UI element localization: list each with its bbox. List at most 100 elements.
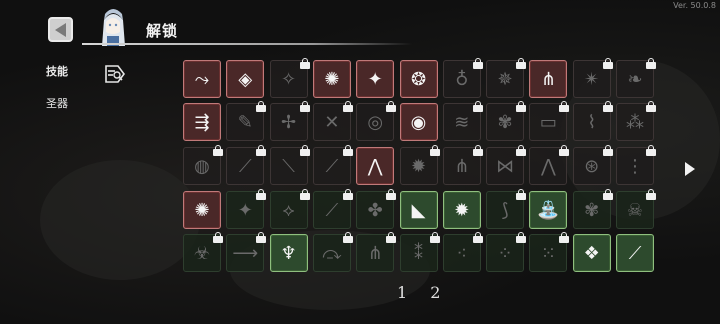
skill-slot[interactable]: ⌇ (572, 101, 613, 141)
skill-slot[interactable]: ✹ (442, 191, 481, 229)
skill-icon: ✤ (367, 199, 383, 221)
skill-slot[interactable]: ⁘ (486, 232, 527, 272)
skill-icon: ⋮ (626, 155, 644, 177)
lock-icon (472, 101, 483, 112)
skill-slot[interactable]: ❖ (572, 234, 611, 272)
skill-slot[interactable]: ☠ (616, 189, 656, 229)
lock-icon (559, 232, 570, 243)
lock-icon (342, 145, 353, 156)
skill-slot[interactable]: ⤼ (312, 232, 353, 272)
skill-slot[interactable]: ⋀ (356, 147, 395, 185)
nav-tab-relics[interactable]: 圣器 (46, 95, 68, 111)
skill-slot[interactable]: ◈ (226, 60, 265, 98)
skill-slot[interactable]: ⁂ (616, 101, 656, 141)
skill-slot[interactable]: ⟋ (312, 189, 353, 229)
skill-slot[interactable]: ⟶ (226, 232, 267, 272)
skill-icon: ✾ (584, 199, 600, 221)
skill-icon: ☠ (626, 199, 644, 221)
lock-icon (472, 232, 483, 243)
skill-icon: ✕ (324, 111, 340, 133)
skill-icon: ❧ (627, 68, 643, 90)
back-button[interactable] (48, 17, 73, 42)
skill-slot[interactable]: ⋀ (529, 145, 570, 185)
skill-icon: ⟡ (282, 199, 295, 221)
skill-slot[interactable]: ✾ (486, 101, 527, 141)
skill-slot[interactable]: ✦ (226, 189, 267, 229)
skill-slot[interactable]: ✹ (399, 145, 440, 185)
nav-tab-skills[interactable]: 技能 (46, 63, 68, 79)
skill-slot[interactable]: ⇶ (183, 103, 221, 141)
skill-icon: ✦ (237, 199, 253, 221)
skill-slot[interactable]: ✺ (312, 60, 351, 98)
skill-slot[interactable]: ⟡ (269, 189, 310, 229)
skill-slot[interactable]: ✤ (356, 189, 397, 229)
next-page-arrow-icon[interactable] (685, 162, 695, 176)
skill-slot[interactable]: ⊛ (572, 145, 613, 185)
skill-slot[interactable]: ❧ (616, 58, 656, 98)
skill-slot[interactable]: ❂ (399, 60, 438, 98)
skill-slot[interactable]: ⋈ (486, 145, 527, 185)
skill-icon: ⁂ (626, 111, 644, 133)
lock-icon (342, 101, 353, 112)
lock-icon (256, 189, 267, 200)
lock-icon (646, 101, 656, 112)
skill-slot[interactable]: ◎ (356, 101, 397, 141)
skill-slot[interactable]: ✎ (226, 101, 267, 141)
lock-icon (299, 189, 310, 200)
skill-slot[interactable]: ⤳ (183, 60, 221, 98)
skill-icon: ✧ (281, 68, 297, 90)
skill-slot[interactable]: ▭ (529, 101, 570, 141)
skill-slot[interactable]: ⟍ (269, 145, 310, 185)
skill-icon: ❂ (410, 68, 427, 90)
lock-icon (386, 189, 397, 200)
skill-slot[interactable]: ♁ (442, 58, 483, 98)
pagination: 1 2 (397, 283, 458, 302)
skill-slot[interactable]: ✺ (183, 191, 221, 229)
skill-slot[interactable]: ◍ (183, 145, 223, 185)
skill-slot[interactable]: ⁙ (529, 232, 570, 272)
lock-icon (602, 101, 613, 112)
hero-portrait-icon (102, 9, 125, 46)
lock-icon (516, 101, 527, 112)
skill-icon: ⟋ (325, 155, 339, 177)
skill-slot[interactable]: ⟋ (312, 145, 353, 185)
skill-slot[interactable]: ⟋ (616, 234, 654, 272)
skill-slot[interactable]: ⛲ (529, 191, 568, 229)
page-1-button[interactable]: 1 (397, 283, 407, 302)
skill-slot[interactable]: ⟋ (226, 145, 267, 185)
skill-icon: ≋ (454, 111, 470, 133)
skill-slot[interactable]: ≋ (442, 101, 483, 141)
skill-slot[interactable]: ◉ (399, 103, 438, 141)
skill-slot[interactable]: ⋔ (442, 145, 483, 185)
skill-slot[interactable]: ✾ (572, 189, 613, 229)
page-2-button[interactable]: 2 (430, 283, 440, 302)
skill-icon: ⤳ (194, 68, 210, 90)
lock-icon (516, 145, 527, 156)
skill-slot[interactable]: ✦ (356, 60, 395, 98)
skill-slot[interactable]: ⋮ (616, 145, 656, 185)
skill-slot[interactable]: ✵ (486, 58, 527, 98)
skill-slot[interactable]: ☣ (183, 232, 223, 272)
skill-slot[interactable]: ♆ (269, 234, 308, 272)
lock-icon (559, 145, 570, 156)
filter-sort-icon[interactable] (101, 62, 127, 86)
skill-slot[interactable]: ✴ (572, 58, 613, 98)
skill-slot[interactable]: ✕ (312, 101, 353, 141)
skill-slot[interactable]: ⁖ (442, 232, 483, 272)
skill-icon: ▭ (539, 111, 557, 133)
skill-slot[interactable]: ⟆ (486, 189, 527, 229)
skill-slot[interactable]: ⁑ (399, 232, 440, 272)
lock-icon (299, 145, 310, 156)
skill-slot[interactable]: ✢ (269, 101, 310, 141)
skill-icon: ⤼ (322, 242, 342, 264)
skill-icon: ✺ (194, 199, 210, 221)
skill-icon: ◎ (367, 111, 384, 133)
skill-icon: ⋀ (367, 155, 383, 177)
skill-slot[interactable]: ✧ (269, 58, 310, 98)
skill-slot[interactable]: ⋔ (356, 232, 397, 272)
skill-slot[interactable]: ◣ (399, 191, 438, 229)
skill-icon: ⟍ (282, 155, 295, 177)
skill-slot[interactable]: ⋔ (529, 60, 568, 98)
skill-icon: ◉ (410, 111, 427, 133)
skill-icon: ⋈ (496, 155, 515, 177)
